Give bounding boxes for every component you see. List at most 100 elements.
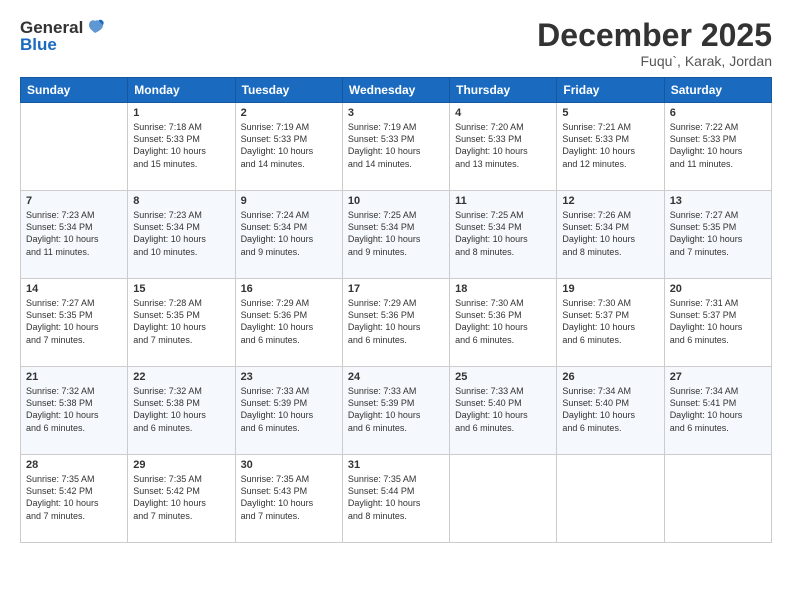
cell-sun-info: Sunrise: 7:34 AM Sunset: 5:41 PM Dayligh… <box>670 385 766 434</box>
day-number: 26 <box>562 371 658 383</box>
weekday-header-monday: Monday <box>128 78 235 103</box>
day-number: 27 <box>670 371 766 383</box>
weekday-header-saturday: Saturday <box>664 78 771 103</box>
calendar-cell: 15Sunrise: 7:28 AM Sunset: 5:35 PM Dayli… <box>128 279 235 367</box>
day-number: 12 <box>562 195 658 207</box>
calendar-cell: 11 Sunrise: 7:25 AM Sunset: 5:34 PM Dayli… <box>450 191 557 279</box>
logo-bird-icon <box>85 19 105 37</box>
day-number: 15 <box>133 283 229 295</box>
calendar-cell: 13Sunrise: 7:27 AM Sunset: 5:35 PM Dayli… <box>664 191 771 279</box>
calendar-cell: 19Sunrise: 7:30 AM Sunset: 5:37 PM Dayli… <box>557 279 664 367</box>
weekday-header-wednesday: Wednesday <box>342 78 449 103</box>
week-row-2: 7 Sunrise: 7:23 AM Sunset: 5:34 PM Daylig… <box>21 191 772 279</box>
calendar-cell: 14Sunrise: 7:27 AM Sunset: 5:35 PM Dayli… <box>21 279 128 367</box>
calendar-cell: 16Sunrise: 7:29 AM Sunset: 5:36 PM Dayli… <box>235 279 342 367</box>
calendar-cell: 10Sunrise: 7:25 AM Sunset: 5:34 PM Dayli… <box>342 191 449 279</box>
calendar-cell: 22 Sunrise: 7:32 AM Sunset: 5:38 PM Dayli… <box>128 367 235 455</box>
cell-sun-info: Sunrise: 7:19 AM Sunset: 5:33 PM Dayligh… <box>241 121 337 170</box>
calendar-table: SundayMondayTuesdayWednesdayThursdayFrid… <box>20 77 772 543</box>
cell-sun-info: Sunrise: 7:32 AM Sunset: 5:38 PM Dayligh… <box>133 385 229 434</box>
header: General Blue December 2025 Fuqu`, Karak,… <box>20 18 772 69</box>
calendar-cell: 25 Sunrise: 7:33 AM Sunset: 5:40 PM Dayli… <box>450 367 557 455</box>
calendar-cell: 8Sunrise: 7:23 AM Sunset: 5:34 PM Daylig… <box>128 191 235 279</box>
calendar-cell: 4 Sunrise: 7:20 AM Sunset: 5:33 PM Daylig… <box>450 103 557 191</box>
title-block: December 2025 Fuqu`, Karak, Jordan <box>537 18 772 69</box>
calendar-cell <box>557 455 664 543</box>
calendar-cell: 2 Sunrise: 7:19 AM Sunset: 5:33 PM Daylig… <box>235 103 342 191</box>
calendar-cell: 1Sunrise: 7:18 AM Sunset: 5:33 PM Daylig… <box>128 103 235 191</box>
week-row-1: 1Sunrise: 7:18 AM Sunset: 5:33 PM Daylig… <box>21 103 772 191</box>
calendar-cell: 7 Sunrise: 7:23 AM Sunset: 5:34 PM Daylig… <box>21 191 128 279</box>
cell-sun-info: Sunrise: 7:33 AM Sunset: 5:39 PM Dayligh… <box>241 385 337 434</box>
cell-sun-info: Sunrise: 7:32 AM Sunset: 5:38 PM Dayligh… <box>26 385 122 434</box>
cell-sun-info: Sunrise: 7:19 AM Sunset: 5:33 PM Dayligh… <box>348 121 444 170</box>
week-row-5: 28 Sunrise: 7:35 AM Sunset: 5:42 PM Dayli… <box>21 455 772 543</box>
cell-sun-info: Sunrise: 7:31 AM Sunset: 5:37 PM Dayligh… <box>670 297 766 346</box>
cell-sun-info: Sunrise: 7:18 AM Sunset: 5:33 PM Dayligh… <box>133 121 229 170</box>
day-number: 23 <box>241 371 337 383</box>
day-number: 29 <box>133 459 229 471</box>
cell-sun-info: Sunrise: 7:29 AM Sunset: 5:36 PM Dayligh… <box>348 297 444 346</box>
calendar-cell: 28 Sunrise: 7:35 AM Sunset: 5:42 PM Dayli… <box>21 455 128 543</box>
calendar-cell: 6 Sunrise: 7:22 AM Sunset: 5:33 PM Daylig… <box>664 103 771 191</box>
calendar-cell: 21 Sunrise: 7:32 AM Sunset: 5:38 PM Dayli… <box>21 367 128 455</box>
cell-sun-info: Sunrise: 7:23 AM Sunset: 5:34 PM Dayligh… <box>133 209 229 258</box>
cell-sun-info: Sunrise: 7:22 AM Sunset: 5:33 PM Dayligh… <box>670 121 766 170</box>
calendar-cell <box>21 103 128 191</box>
day-number: 18 <box>455 283 551 295</box>
calendar-cell: 3 Sunrise: 7:19 AM Sunset: 5:33 PM Daylig… <box>342 103 449 191</box>
calendar-cell: 23 Sunrise: 7:33 AM Sunset: 5:39 PM Dayli… <box>235 367 342 455</box>
day-number: 17 <box>348 283 444 295</box>
day-number: 7 <box>26 195 122 207</box>
calendar-cell: 27 Sunrise: 7:34 AM Sunset: 5:41 PM Dayli… <box>664 367 771 455</box>
calendar-cell <box>664 455 771 543</box>
day-number: 14 <box>26 283 122 295</box>
cell-sun-info: Sunrise: 7:35 AM Sunset: 5:43 PM Dayligh… <box>241 473 337 522</box>
day-number: 6 <box>670 107 766 119</box>
cell-sun-info: Sunrise: 7:35 AM Sunset: 5:42 PM Dayligh… <box>133 473 229 522</box>
cell-sun-info: Sunrise: 7:29 AM Sunset: 5:36 PM Dayligh… <box>241 297 337 346</box>
weekday-header-row: SundayMondayTuesdayWednesdayThursdayFrid… <box>21 78 772 103</box>
weekday-header-friday: Friday <box>557 78 664 103</box>
day-number: 2 <box>241 107 337 119</box>
cell-sun-info: Sunrise: 7:25 AM Sunset: 5:34 PM Dayligh… <box>455 209 551 258</box>
cell-sun-info: Sunrise: 7:24 AM Sunset: 5:34 PM Dayligh… <box>241 209 337 258</box>
calendar-cell: 20 Sunrise: 7:31 AM Sunset: 5:37 PM Dayli… <box>664 279 771 367</box>
day-number: 25 <box>455 371 551 383</box>
cell-sun-info: Sunrise: 7:20 AM Sunset: 5:33 PM Dayligh… <box>455 121 551 170</box>
cell-sun-info: Sunrise: 7:27 AM Sunset: 5:35 PM Dayligh… <box>670 209 766 258</box>
day-number: 20 <box>670 283 766 295</box>
day-number: 21 <box>26 371 122 383</box>
calendar-cell <box>450 455 557 543</box>
day-number: 3 <box>348 107 444 119</box>
day-number: 31 <box>348 459 444 471</box>
cell-sun-info: Sunrise: 7:30 AM Sunset: 5:37 PM Dayligh… <box>562 297 658 346</box>
location: Fuqu`, Karak, Jordan <box>537 53 772 69</box>
calendar-cell: 9 Sunrise: 7:24 AM Sunset: 5:34 PM Daylig… <box>235 191 342 279</box>
month-title: December 2025 <box>537 18 772 53</box>
day-number: 9 <box>241 195 337 207</box>
day-number: 22 <box>133 371 229 383</box>
day-number: 5 <box>562 107 658 119</box>
day-number: 24 <box>348 371 444 383</box>
cell-sun-info: Sunrise: 7:21 AM Sunset: 5:33 PM Dayligh… <box>562 121 658 170</box>
day-number: 28 <box>26 459 122 471</box>
week-row-3: 14Sunrise: 7:27 AM Sunset: 5:35 PM Dayli… <box>21 279 772 367</box>
calendar-cell: 17 Sunrise: 7:29 AM Sunset: 5:36 PM Dayli… <box>342 279 449 367</box>
weekday-header-tuesday: Tuesday <box>235 78 342 103</box>
weekday-header-thursday: Thursday <box>450 78 557 103</box>
cell-sun-info: Sunrise: 7:23 AM Sunset: 5:34 PM Dayligh… <box>26 209 122 258</box>
week-row-4: 21 Sunrise: 7:32 AM Sunset: 5:38 PM Dayli… <box>21 367 772 455</box>
calendar-cell: 26 Sunrise: 7:34 AM Sunset: 5:40 PM Dayli… <box>557 367 664 455</box>
day-number: 4 <box>455 107 551 119</box>
page: General Blue December 2025 Fuqu`, Karak,… <box>0 0 792 612</box>
cell-sun-info: Sunrise: 7:35 AM Sunset: 5:42 PM Dayligh… <box>26 473 122 522</box>
cell-sun-info: Sunrise: 7:34 AM Sunset: 5:40 PM Dayligh… <box>562 385 658 434</box>
cell-sun-info: Sunrise: 7:30 AM Sunset: 5:36 PM Dayligh… <box>455 297 551 346</box>
calendar-cell: 31Sunrise: 7:35 AM Sunset: 5:44 PM Dayli… <box>342 455 449 543</box>
day-number: 10 <box>348 195 444 207</box>
day-number: 11 <box>455 195 551 207</box>
cell-sun-info: Sunrise: 7:33 AM Sunset: 5:40 PM Dayligh… <box>455 385 551 434</box>
calendar-cell: 5 Sunrise: 7:21 AM Sunset: 5:33 PM Daylig… <box>557 103 664 191</box>
cell-sun-info: Sunrise: 7:33 AM Sunset: 5:39 PM Dayligh… <box>348 385 444 434</box>
